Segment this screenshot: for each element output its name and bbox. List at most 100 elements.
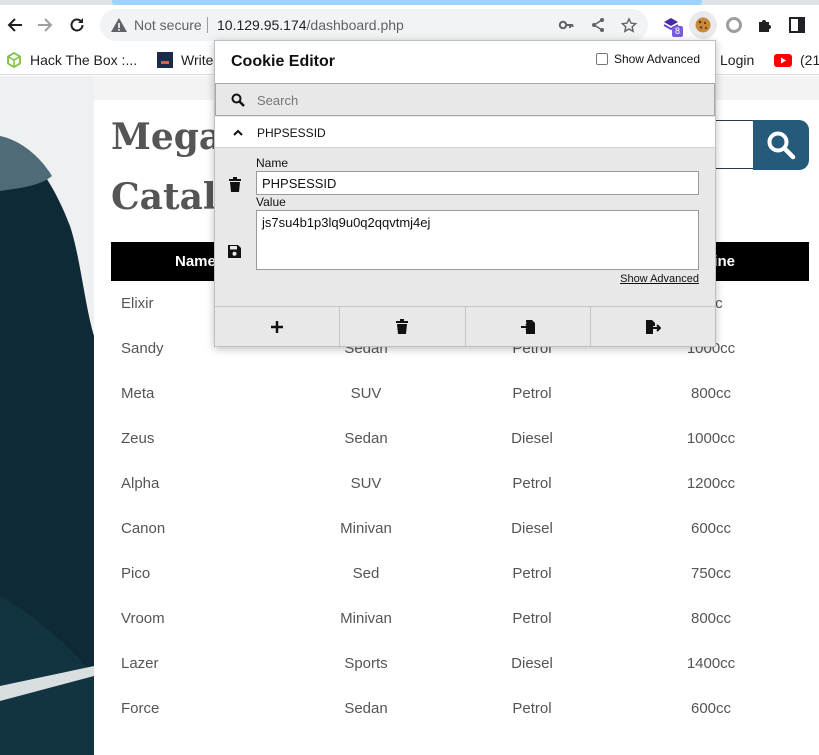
address-bar[interactable]: Not secure 10.129.95.174/dashboard.php	[100, 9, 648, 41]
bookmark-label: (21	[800, 52, 819, 68]
cell-type: SUV	[350, 385, 382, 402]
cell-type: SUV	[350, 475, 382, 492]
share-icon[interactable]	[590, 17, 606, 33]
extension-circle-icon[interactable]	[723, 14, 745, 36]
cell-engine: 800cc	[690, 385, 732, 402]
floppy-save-icon	[228, 245, 241, 258]
bookmark-label: Hack The Box :...	[30, 52, 138, 68]
extensions-puzzle-icon[interactable]	[754, 14, 776, 36]
cell-fuel: Petrol	[512, 610, 552, 627]
trash-icon	[396, 319, 409, 334]
bookmark-label: Login	[720, 52, 755, 68]
search-placeholder: Search	[257, 93, 299, 108]
youtube-icon	[774, 53, 792, 67]
table-row: Alpha SUV Petrol 1200cc	[111, 461, 809, 506]
bookmark-youtube[interactable]: (21	[774, 50, 819, 70]
cookie-search-input[interactable]: Search	[215, 83, 715, 116]
export-button[interactable]	[591, 307, 715, 346]
back-button[interactable]	[4, 14, 26, 36]
table-row: Vroom Minivan Petrol 800cc	[111, 596, 809, 641]
bookmark-login[interactable]: Login	[720, 50, 754, 70]
import-button[interactable]	[466, 307, 591, 346]
side-panel-icon[interactable]	[786, 14, 808, 36]
popup-footer-actions	[215, 306, 715, 346]
arrow-right-icon	[38, 18, 53, 32]
cell-fuel: Petrol	[512, 385, 552, 402]
add-cookie-button[interactable]	[215, 307, 341, 346]
cookie-icon	[695, 17, 711, 33]
show-advanced-toggle[interactable]: Show Advanced	[595, 52, 700, 66]
cookie-editor-popup: Cookie Editor Show Advanced Search PHPSE…	[214, 40, 716, 347]
export-icon	[645, 319, 661, 334]
arrow-left-icon	[7, 18, 22, 32]
table-row: Meta SUV Petrol 800cc	[111, 371, 809, 416]
url-host: 10.129.95.174	[217, 17, 307, 33]
extension-badge: 8	[672, 26, 683, 37]
cell-fuel: Diesel	[511, 520, 553, 537]
table-row: Force Sedan Petrol 600cc	[111, 686, 809, 731]
cookie-value-field[interactable]: js7su4b1p3lq9u0q2qqvtmj4ej	[256, 210, 699, 270]
url-path: /dashboard.php	[306, 17, 404, 33]
popup-header: Cookie Editor Show Advanced	[215, 41, 715, 83]
hackthebox-icon	[6, 52, 22, 68]
cell-type: Minivan	[340, 610, 392, 627]
value-field-label: Value	[256, 195, 286, 209]
cell-name: Alpha	[121, 475, 160, 492]
table-row: Pico Sed Petrol 750cc	[111, 551, 809, 596]
cell-type: Sports	[344, 655, 388, 672]
cookie-list-name: PHPSESSID	[257, 126, 326, 140]
cell-fuel: Diesel	[511, 430, 553, 447]
popup-title: Cookie Editor	[231, 53, 336, 70]
search-icon	[767, 131, 796, 160]
bookmark-star-icon[interactable]	[621, 16, 637, 33]
url-text[interactable]: 10.129.95.174/dashboard.php	[217, 17, 404, 33]
extension-htb-icon[interactable]: 8	[660, 14, 683, 37]
cookie-list-item[interactable]: PHPSESSID	[215, 117, 715, 148]
import-icon	[520, 319, 535, 334]
cell-type: Sedan	[344, 430, 388, 447]
show-advanced-checkbox[interactable]	[595, 53, 608, 65]
trash-icon	[229, 177, 241, 192]
warning-icon[interactable]	[110, 16, 128, 39]
cell-name: Pico	[121, 565, 151, 582]
background-photo	[0, 76, 94, 755]
table-row: Canon Minivan Diesel 600cc	[111, 506, 809, 551]
forward-button[interactable]	[34, 14, 56, 36]
cell-engine: 1400cc	[686, 655, 736, 672]
site-search-button[interactable]	[753, 120, 809, 170]
cookie-name-field[interactable]: PHPSESSID	[256, 171, 699, 195]
search-icon	[231, 93, 245, 110]
delete-cookie-button[interactable]	[228, 177, 242, 195]
cookie-detail-panel: Name PHPSESSID Value js7su4b1p3lq9u0q2qq…	[215, 149, 715, 306]
cell-name: Lazer	[121, 655, 159, 672]
cell-fuel: Petrol	[512, 475, 552, 492]
table-row: Lazer Sports Diesel 1400cc	[111, 641, 809, 686]
reload-button[interactable]	[66, 14, 88, 36]
name-field-label: Name	[256, 156, 289, 170]
cell-name: Force	[121, 700, 160, 717]
show-advanced-label[interactable]: Show Advanced	[614, 52, 700, 66]
writeup-favicon-icon	[157, 52, 173, 68]
security-label[interactable]: Not secure	[134, 17, 202, 33]
cell-fuel: Petrol	[512, 565, 552, 582]
cell-name: Canon	[121, 520, 166, 537]
reload-icon	[70, 18, 84, 32]
show-advanced-link[interactable]: Show Advanced	[620, 273, 699, 285]
cell-type: Sedan	[344, 700, 388, 717]
cookie-editor-extension-button[interactable]	[689, 11, 717, 39]
bookmark-writeup[interactable]: Write	[157, 50, 213, 70]
bookmark-hackthebox[interactable]: Hack The Box :...	[6, 50, 137, 70]
delete-all-button[interactable]	[340, 307, 466, 346]
cell-name: Meta	[121, 385, 155, 402]
cell-engine: 750cc	[690, 565, 732, 582]
chevron-up-icon[interactable]	[233, 126, 243, 140]
cell-engine: 600cc	[690, 520, 732, 537]
cell-name: Vroom	[121, 610, 165, 627]
cell-engine: 800cc	[690, 610, 732, 627]
save-cookie-button[interactable]	[228, 245, 241, 261]
key-icon[interactable]	[558, 17, 574, 33]
cell-name: Zeus	[121, 430, 155, 447]
cell-fuel: Diesel	[511, 655, 553, 672]
table-row: Zeus Sedan Diesel 1000cc	[111, 416, 809, 461]
omnibox-divider	[207, 17, 208, 33]
